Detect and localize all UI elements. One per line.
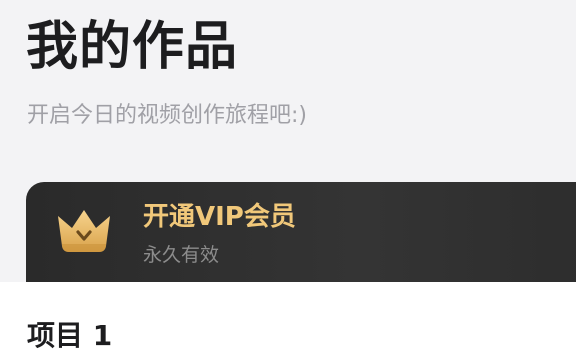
page-header: 我的作品 开启今日的视频创作旅程吧:) 开通VIP会员 永久有效 <box>0 0 576 292</box>
vip-membership-card[interactable]: 开通VIP会员 永久有效 <box>26 182 576 292</box>
page-subtitle: 开启今日的视频创作旅程吧:) <box>27 103 307 128</box>
vip-card-title: 开通VIP会员 <box>143 202 296 232</box>
project-section-title: 项目 1 <box>27 319 113 352</box>
projects-panel: 项目 1 <box>0 282 576 354</box>
vip-card-subtitle: 永久有效 <box>143 244 220 266</box>
page-title: 我的作品 <box>26 17 239 77</box>
crown-icon <box>58 210 110 252</box>
